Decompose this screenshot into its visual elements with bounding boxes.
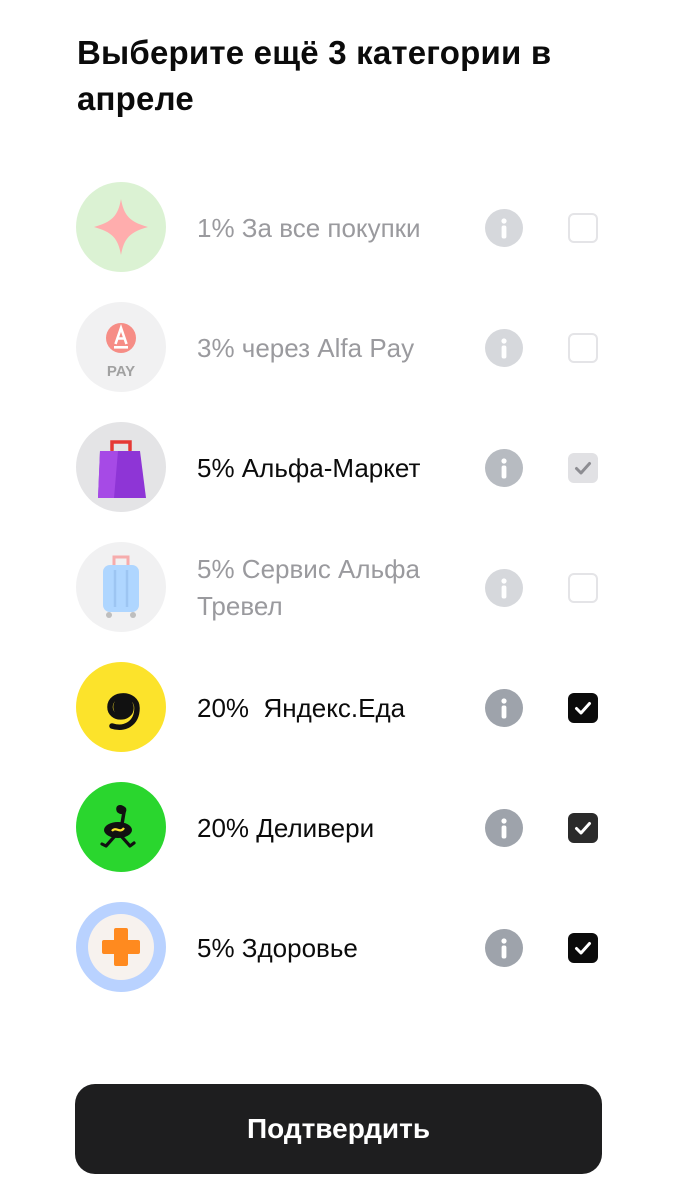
alfa-pay-icon: PAY [76, 302, 166, 392]
category-list: 1% За все покупки PAY 3% через Alfa Pay [0, 168, 677, 1008]
shopping-bag-icon [76, 422, 166, 512]
info-icon[interactable] [485, 929, 523, 967]
category-checkbox[interactable] [568, 213, 598, 243]
category-checkbox[interactable] [568, 453, 598, 483]
category-label: 5% Альфа-Маркет [197, 452, 421, 483]
info-icon[interactable] [485, 209, 523, 247]
category-label: 3% через Alfa Pay [197, 332, 415, 363]
info-icon[interactable] [485, 569, 523, 607]
checkmark-icon [575, 462, 591, 475]
category-label: 1% За все покупки [197, 212, 421, 243]
suitcase-icon [76, 542, 166, 632]
category-checkbox[interactable] [568, 693, 598, 723]
star-icon [76, 182, 166, 272]
category-row-alfa-pay[interactable]: PAY 3% через Alfa Pay [0, 288, 677, 408]
category-label: 20% Деливери [197, 812, 375, 843]
category-row-delivery[interactable]: 20% Деливери [0, 768, 677, 888]
category-label: 20% Яндекс.Еда [197, 692, 406, 723]
category-row-health[interactable]: 5% Здоровье [0, 888, 677, 1008]
category-row-yandex-eda[interactable]: 20% Яндекс.Еда [0, 648, 677, 768]
info-icon[interactable] [485, 809, 523, 847]
info-icon[interactable] [485, 449, 523, 487]
ostrich-icon [76, 782, 166, 872]
category-checkbox[interactable] [568, 813, 598, 843]
medical-cross-icon [76, 902, 166, 992]
checkmark-icon [575, 942, 591, 955]
page-title: Выберите ещё 3 категории в апреле [77, 34, 552, 117]
info-icon[interactable] [485, 329, 523, 367]
alfa-pay-icon-text: PAY [107, 363, 135, 380]
category-checkbox[interactable] [568, 333, 598, 363]
info-icon[interactable] [485, 689, 523, 727]
category-checkbox[interactable] [568, 933, 598, 963]
category-label: 5% Сервис Альфа Тревел [197, 554, 420, 621]
category-row-all-purchases[interactable]: 1% За все покупки [0, 168, 677, 288]
category-row-alfa-travel[interactable]: 5% Сервис Альфа Тревел [0, 528, 677, 648]
spiral-icon [76, 662, 166, 752]
confirm-button[interactable]: Подтвердить [75, 1084, 602, 1174]
category-checkbox[interactable] [568, 573, 598, 603]
checkmark-icon [575, 822, 591, 835]
category-label: 5% Здоровье [197, 932, 358, 963]
category-row-alfa-market[interactable]: 5% Альфа-Маркет [0, 408, 677, 528]
checkmark-icon [575, 702, 591, 715]
